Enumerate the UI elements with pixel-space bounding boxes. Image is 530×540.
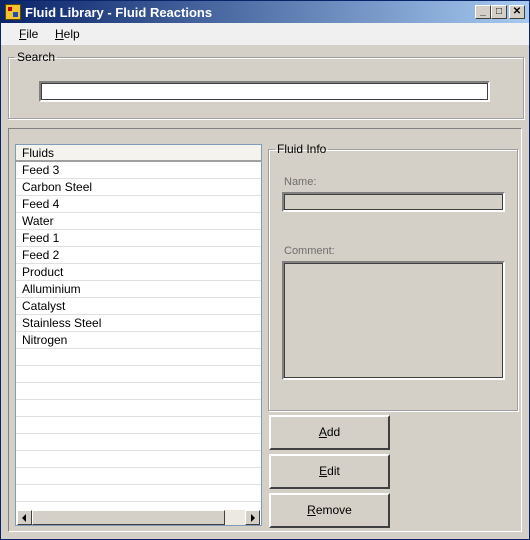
list-item[interactable]: Stainless Steel (16, 315, 261, 332)
empty-row (16, 349, 261, 366)
left-arrow-icon (22, 514, 26, 522)
remove-button[interactable]: Remove (269, 493, 390, 528)
empty-row (16, 451, 261, 468)
title-bar[interactable]: Fluid Library - Fluid Reactions _ □ ✕ (1, 1, 529, 23)
window-title: Fluid Library - Fluid Reactions (25, 5, 213, 20)
menu-file[interactable]: File (19, 27, 38, 41)
list-item[interactable]: Feed 4 (16, 196, 261, 213)
list-item[interactable]: Carbon Steel (16, 179, 261, 196)
close-button[interactable]: ✕ (509, 5, 525, 19)
add-button[interactable]: Add (269, 415, 390, 450)
empty-row (16, 417, 261, 434)
list-item[interactable]: Water (16, 213, 261, 230)
list-item[interactable]: Nitrogen (16, 332, 261, 349)
list-item[interactable]: Product (16, 264, 261, 281)
list-item[interactable]: Alluminium (16, 281, 261, 298)
scroll-right-button[interactable] (245, 510, 260, 525)
list-item[interactable]: Feed 1 (16, 230, 261, 247)
empty-row (16, 400, 261, 417)
horizontal-scrollbar[interactable] (17, 510, 260, 525)
search-legend: Search (17, 50, 56, 64)
empty-row (16, 485, 261, 502)
list-item[interactable]: Catalyst (16, 298, 261, 315)
search-input[interactable] (39, 81, 490, 102)
main-window: Fluid Library - Fluid Reactions _ □ ✕ Fi… (0, 0, 530, 540)
empty-row (16, 468, 261, 485)
scroll-left-button[interactable] (17, 510, 32, 525)
empty-row (16, 434, 261, 451)
name-field[interactable] (282, 192, 505, 212)
fluid-info-legend: Fluid Info (277, 142, 327, 156)
maximize-button[interactable]: □ (491, 5, 507, 19)
list-item[interactable]: Feed 2 (16, 247, 261, 264)
menu-bar: File Help (1, 23, 529, 45)
edit-button[interactable]: Edit (269, 454, 390, 489)
right-arrow-icon (251, 514, 255, 522)
fluids-column-header[interactable]: Fluids (16, 145, 261, 162)
list-item[interactable]: Feed 3 (16, 162, 261, 179)
empty-row (16, 366, 261, 383)
name-label: Name: (284, 176, 317, 188)
comment-label: Comment: (284, 245, 335, 257)
menu-help[interactable]: Help (55, 27, 80, 41)
minimize-button[interactable]: _ (475, 5, 491, 19)
fluids-list[interactable]: Fluids Feed 3 Carbon Steel Feed 4 Water … (15, 144, 262, 526)
empty-row (16, 383, 261, 400)
scroll-thumb[interactable] (32, 510, 225, 525)
comment-field[interactable] (282, 261, 505, 380)
app-icon (5, 4, 21, 20)
